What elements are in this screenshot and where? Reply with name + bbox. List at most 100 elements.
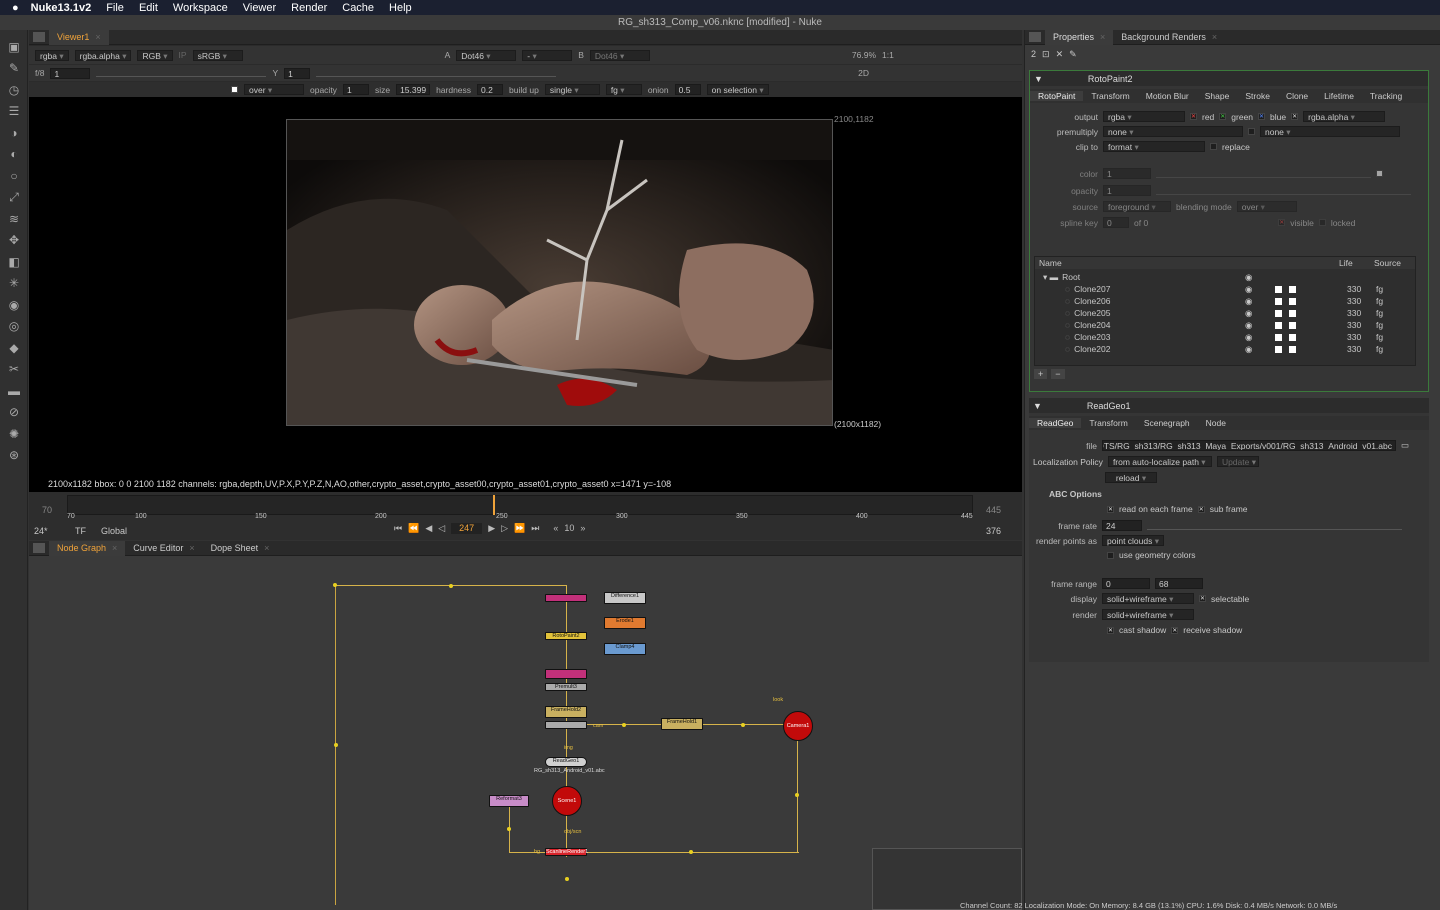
tab-viewer1[interactable]: Viewer1 × bbox=[49, 29, 109, 45]
play-icon[interactable]: ▶ bbox=[488, 523, 495, 534]
tree-item-source[interactable]: fg bbox=[1376, 344, 1383, 354]
tree-item-source[interactable]: fg bbox=[1376, 284, 1383, 294]
color-swatch-icon[interactable] bbox=[1289, 333, 1296, 341]
step-back-icon[interactable]: « bbox=[553, 523, 558, 534]
tree-item-row[interactable]: ◌ Clone205 ◉ 330 fg bbox=[1043, 307, 1418, 319]
node-upstream[interactable] bbox=[545, 594, 587, 602]
node-readgeo[interactable]: ReadGeo1 bbox=[545, 757, 587, 767]
step-field[interactable]: 10 bbox=[564, 523, 574, 534]
menu-workspace[interactable]: Workspace bbox=[173, 2, 228, 14]
green-checkbox[interactable]: ✕ bbox=[1219, 113, 1227, 120]
mask-swatch-icon[interactable] bbox=[1275, 285, 1282, 293]
node-scanlinerender[interactable]: ScanlineRender1 bbox=[545, 848, 588, 856]
tree-item-row[interactable]: ◌ Clone207 ◉ 330 fg bbox=[1043, 283, 1418, 295]
tab-lifetime[interactable]: Lifetime bbox=[1316, 91, 1362, 101]
mask-swatch-icon[interactable] bbox=[1275, 345, 1282, 353]
premult-invert-checkbox[interactable] bbox=[1248, 128, 1255, 135]
color-swatch[interactable] bbox=[231, 86, 238, 93]
tf-select[interactable]: TF bbox=[75, 526, 86, 536]
first-frame-icon[interactable]: ⏮ bbox=[394, 523, 402, 534]
close-icon[interactable]: × bbox=[95, 32, 100, 42]
mask-swatch-icon[interactable] bbox=[1275, 333, 1282, 341]
update-button[interactable]: Update bbox=[1216, 456, 1259, 467]
menu-render[interactable]: Render bbox=[291, 2, 327, 14]
visible-eye-icon[interactable]: ◉ bbox=[1245, 344, 1252, 355]
buildup-toggle[interactable]: build up bbox=[509, 85, 539, 95]
read-each-frame-checkbox[interactable]: ✕ bbox=[1107, 505, 1114, 513]
frame-rate-slider[interactable] bbox=[1147, 522, 1402, 530]
replace-checkbox[interactable] bbox=[1210, 143, 1217, 150]
view-mode-select[interactable]: 2D bbox=[858, 68, 869, 78]
ip-button[interactable]: IP bbox=[179, 50, 187, 60]
viewer-canvas[interactable]: 2100,1182 (2100x1182) bbox=[29, 97, 1022, 504]
layers-icon[interactable]: ≋ bbox=[0, 208, 28, 230]
tab-transform[interactable]: Transform bbox=[1083, 91, 1137, 101]
furnace-icon[interactable]: ⊘ bbox=[0, 402, 28, 424]
blending-mode-select[interactable]: over bbox=[1236, 201, 1297, 212]
cara-icon[interactable]: ✺ bbox=[0, 423, 28, 445]
frame-range-end[interactable]: 68 bbox=[1155, 578, 1203, 589]
visible-eye-icon[interactable]: ◉ bbox=[1245, 332, 1252, 343]
tab-rotopaint[interactable]: RotoPaint bbox=[1030, 91, 1084, 101]
b-input-select[interactable]: Dot46 bbox=[589, 49, 650, 61]
node-scene[interactable]: Scene1 bbox=[552, 786, 582, 816]
node-clamp[interactable]: Clamp4 bbox=[604, 643, 646, 655]
tree-item-life[interactable]: 330 bbox=[1347, 332, 1361, 342]
pin-icon[interactable]: ✎ bbox=[1069, 49, 1077, 60]
menu-edit[interactable]: Edit bbox=[139, 2, 158, 14]
localization-policy-select[interactable]: from auto-localize path bbox=[1107, 456, 1212, 467]
pane-menu-icon[interactable] bbox=[33, 543, 45, 553]
mask-swatch-icon[interactable] bbox=[1275, 321, 1282, 329]
current-frame[interactable]: 247 bbox=[451, 523, 483, 534]
color-swatch-icon[interactable] bbox=[1289, 321, 1296, 329]
tree-item-source[interactable]: fg bbox=[1376, 308, 1383, 318]
lock-icon[interactable]: ⊡ bbox=[1042, 49, 1050, 60]
transform-icon[interactable]: ✥ bbox=[0, 230, 28, 252]
tree-item-life[interactable]: 330 bbox=[1347, 284, 1361, 294]
clear-icon[interactable]: ✕ bbox=[1056, 49, 1064, 60]
channels-select[interactable]: rgba bbox=[35, 49, 69, 61]
collapse-icon[interactable]: ▼ bbox=[1034, 74, 1043, 84]
onion-field[interactable]: 0.5 bbox=[674, 84, 701, 95]
time-icon[interactable]: ◷ bbox=[0, 79, 28, 101]
geometry-colors-checkbox[interactable] bbox=[1107, 551, 1114, 559]
node-copy[interactable] bbox=[545, 669, 587, 679]
size-field[interactable]: 15.399 bbox=[396, 84, 431, 95]
render-select[interactable]: solid+wireframe bbox=[1102, 609, 1194, 620]
stroke-select[interactable]: single bbox=[544, 84, 600, 95]
node-premult[interactable]: Premult3 bbox=[545, 683, 587, 691]
node-name-field[interactable]: RotoPaint2 bbox=[1088, 74, 1133, 84]
air-icon[interactable]: ⊛ bbox=[0, 445, 28, 467]
premultiply-mask-select[interactable]: none bbox=[1260, 126, 1400, 137]
tab-readgeo[interactable]: ReadGeo bbox=[1029, 418, 1082, 428]
tab-tracking[interactable]: Tracking bbox=[1362, 91, 1410, 101]
toolsets-icon[interactable]: ✂ bbox=[0, 359, 28, 381]
max-panels-field[interactable]: 2 bbox=[1031, 49, 1036, 59]
opacity-slider[interactable] bbox=[1156, 187, 1411, 195]
alpha-select[interactable]: rgba.alpha bbox=[74, 49, 132, 61]
fps-select[interactable]: 24* bbox=[34, 526, 48, 536]
fstop-readout[interactable]: f/8 bbox=[35, 68, 44, 78]
alpha-checkbox[interactable]: ✕ bbox=[1291, 113, 1299, 120]
visible-checkbox[interactable]: ✕ bbox=[1278, 219, 1286, 226]
gain-slider[interactable] bbox=[96, 69, 267, 77]
alpha-select[interactable]: rgba.alpha bbox=[1303, 111, 1386, 122]
tab-node[interactable]: Node bbox=[1198, 418, 1234, 428]
node-difference[interactable]: Difference1 bbox=[604, 592, 646, 604]
timeline-start[interactable]: 70 bbox=[42, 505, 52, 515]
tree-item-life[interactable]: 330 bbox=[1347, 308, 1361, 318]
scope-select[interactable]: Global bbox=[101, 526, 127, 536]
mask-swatch-icon[interactable] bbox=[1275, 309, 1282, 317]
tab-background-renders[interactable]: Background Renders × bbox=[1113, 30, 1225, 45]
image-icon[interactable]: ▣ bbox=[0, 36, 28, 58]
color-swatch-icon[interactable] bbox=[1289, 285, 1296, 293]
blend-select[interactable]: over bbox=[244, 84, 304, 95]
reload-button[interactable]: reload bbox=[1105, 472, 1157, 483]
pane-menu-icon[interactable] bbox=[1029, 32, 1041, 42]
prev-key-icon[interactable]: ⏪ bbox=[408, 523, 419, 534]
views-icon[interactable]: ◎ bbox=[0, 316, 28, 338]
channel-icon[interactable]: ☰ bbox=[0, 101, 28, 123]
output-select[interactable]: rgba bbox=[1103, 111, 1185, 122]
file-field[interactable]: DTS/RG_sh313/RG_sh313_Maya_Exports/v001/… bbox=[1102, 440, 1396, 451]
pane-menu-icon[interactable] bbox=[33, 32, 45, 42]
